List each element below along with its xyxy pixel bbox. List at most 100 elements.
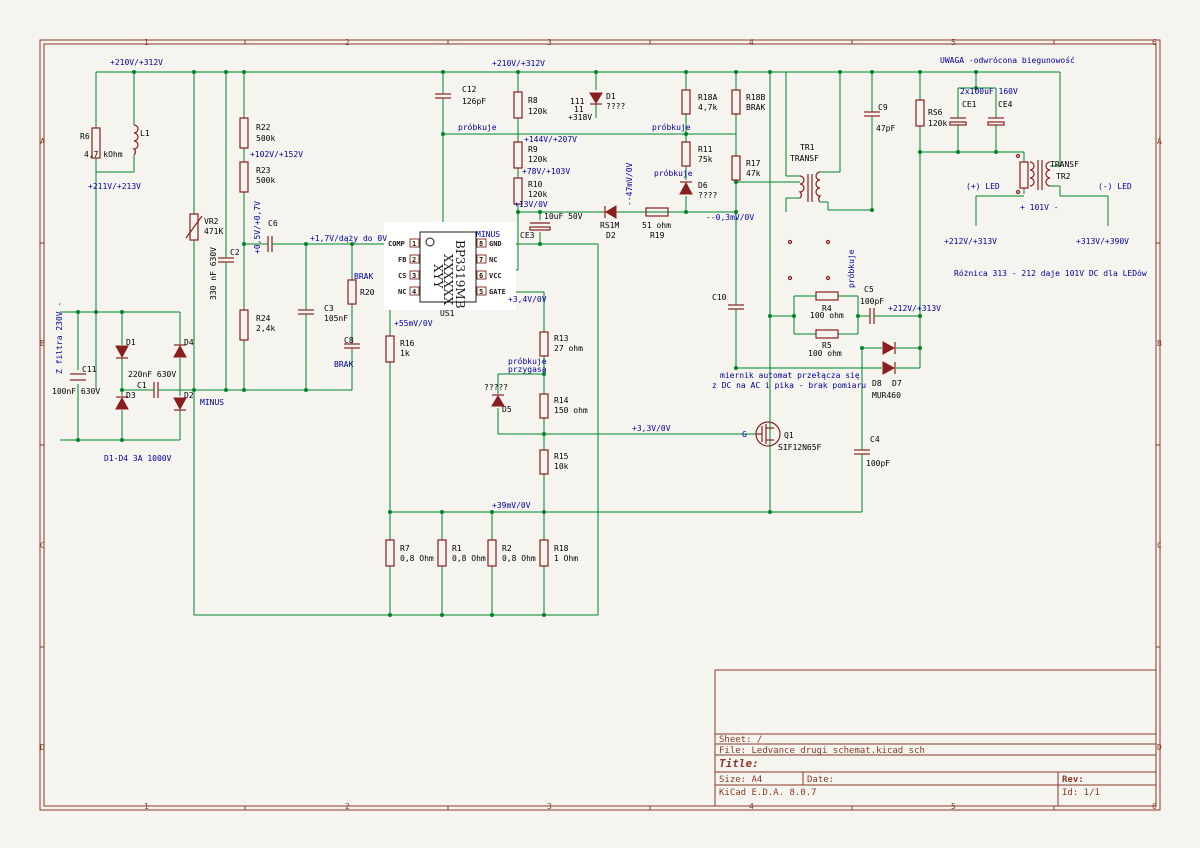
mosfet-q1: [755, 420, 781, 448]
resistor-r4: [815, 291, 839, 301]
note-plus-led: (+) LED: [966, 182, 1000, 191]
label-d8-ref: D8: [872, 379, 882, 388]
label-c4-ref: C4: [870, 435, 880, 444]
tool-label: KiCad E.D.A. 8.0.7: [719, 788, 817, 798]
ic-pin-num-4: 4: [412, 288, 416, 296]
label-r11-value: 75k: [698, 155, 713, 164]
note-miernik-2: z DC na AC i pika - brak pomiaru: [712, 381, 866, 390]
net-v313: +313V/+390V: [1076, 237, 1129, 246]
label-d4-ref: D4: [184, 338, 194, 347]
col-label-1-bottom: 1: [144, 802, 149, 811]
label-r9-value: 120k: [528, 155, 547, 164]
label-r19-ref: R19: [650, 231, 665, 240]
net-v17: +1,7V/dąży do 0V: [310, 234, 387, 243]
label-r24-ref: R24: [256, 314, 271, 323]
net-v212b: +212V/+313V: [888, 304, 941, 313]
ic-minus-label: MINUS: [476, 230, 500, 239]
col-label-3-bottom: 3: [547, 802, 552, 811]
label-gate-g: G: [742, 430, 747, 439]
sheet-name: Sheet: /: [719, 735, 762, 745]
transformer-tr1: [786, 171, 840, 210]
resistor-r2: [487, 539, 497, 567]
ic-pin-comp: COMP: [388, 240, 405, 248]
note-brak-r20: BRAK: [354, 272, 373, 281]
schematic-canvas: 1 2 3 4 5 6 1 2 3 4 5 6 A B C D A B C D …: [39, 38, 1162, 811]
label-c2-ref: C2: [230, 248, 240, 257]
label-c1-ref: C1: [137, 381, 147, 390]
annotations: +210V/+312V +211V/+213V +102V/+152V +0,5…: [55, 55, 1147, 510]
label-r13-value: 27 ohm: [554, 344, 583, 353]
label-r7-ref: R7: [400, 544, 410, 553]
label-c8-ref: C8: [344, 336, 354, 345]
label-l1-ref: L1: [140, 129, 150, 138]
label-vr2-ref: VR2: [204, 217, 219, 226]
resistor-r24: [239, 309, 249, 341]
row-label-c: C: [40, 541, 45, 550]
net-v03mv: --0,3mV/0V: [706, 213, 754, 222]
label-r2-value: 0,8 Ohm: [502, 554, 536, 563]
label-d1b-value: ????: [606, 102, 625, 111]
row-label-c-right: C: [1157, 541, 1162, 550]
ic-pin-nc-right: NC: [489, 256, 497, 264]
note-roznica: Różnica 313 - 212 daje 101V DC dla LEDów: [954, 268, 1147, 278]
col-label-3: 3: [547, 38, 552, 47]
net-v211: +211V/+213V: [88, 182, 141, 191]
net-v102: +102V/+152V: [250, 150, 303, 159]
label-r18-ref: R18: [554, 544, 569, 553]
label-c9-value: 47pF: [876, 124, 895, 133]
row-label-b: B: [40, 339, 45, 348]
col-label-4: 4: [749, 38, 754, 47]
date-label: Date:: [807, 775, 834, 785]
resistor-r14: [539, 393, 549, 419]
ic-pin-cs: CS: [398, 272, 406, 280]
net-v212: +212V/+313V: [944, 237, 997, 246]
label-r11-ref: R11: [698, 145, 713, 154]
ic-pin-vcc: VCC: [489, 272, 502, 280]
rev-label: Rev:: [1062, 775, 1084, 785]
capacitor-c1: [150, 382, 164, 398]
label-c11-value: 100nF 630V: [52, 387, 100, 396]
note-brak-c8: BRAK: [334, 360, 353, 369]
label-r16-ref: R16: [400, 339, 415, 348]
label-r5-value: 100 ohm: [808, 349, 842, 358]
label-r15-ref: R15: [554, 452, 569, 461]
col-label-5: 5: [951, 38, 956, 47]
net-v144: +144V/+207V: [524, 135, 577, 144]
ic-pin-num-1: 1: [412, 240, 416, 248]
label-rs1m-ref: RS1M: [600, 221, 619, 230]
label-r18-value: 1 Ohm: [554, 554, 578, 563]
capacitor-c12: [435, 88, 451, 104]
label-r20-ref: R20: [360, 288, 375, 297]
ic-pin-gnd: GND: [489, 240, 502, 248]
label-r17-ref: R17: [746, 159, 761, 168]
label-d6-value: ????: [698, 191, 717, 200]
row-label-a: A: [40, 137, 45, 146]
label-d1b-318: +318V: [568, 113, 592, 122]
drawing-frame: 1 2 3 4 5 6 1 2 3 4 5 6 A B C D A B C D: [39, 38, 1162, 811]
net-v05: +0,5V/+0,7V: [253, 201, 262, 254]
net-v39mv: +39mV/0V: [492, 501, 531, 510]
note-probkuje-3: próbkuje: [654, 168, 693, 178]
diode-d8: [882, 341, 896, 355]
resistor-r8: [513, 91, 523, 119]
label-tr1-ref: TR1: [800, 143, 815, 152]
label-c5-value: 100pF: [860, 297, 884, 306]
resistor-r22: [239, 117, 249, 149]
ic-pin-num-6: 6: [479, 272, 483, 280]
label-c12-value: 126pF: [462, 97, 486, 106]
label-tr2-value: TRANSF: [1050, 160, 1079, 169]
label-r18a-ref: R18A: [698, 93, 717, 102]
resistor-r7: [385, 539, 395, 567]
label-rs6-value: 120k: [928, 119, 947, 128]
label-r8-value: 120k: [528, 107, 547, 116]
label-r9-ref: R9: [528, 145, 538, 154]
capacitor-c3: [298, 302, 314, 324]
row-label-d: D: [40, 743, 45, 752]
component-labels: R6 4,7 kOhm L1 R22 500k R23 500k R24 2,4…: [52, 85, 1079, 563]
label-ce3-ref: CE3: [520, 231, 535, 240]
diode-d1: [115, 345, 129, 359]
net-minus-left: MINUS: [200, 398, 224, 407]
ic-pin-num-7: 7: [479, 256, 483, 264]
label-r18b-value: BRAK: [746, 103, 765, 112]
note-d1d4: D1-D4 3A 1000V: [104, 454, 172, 463]
